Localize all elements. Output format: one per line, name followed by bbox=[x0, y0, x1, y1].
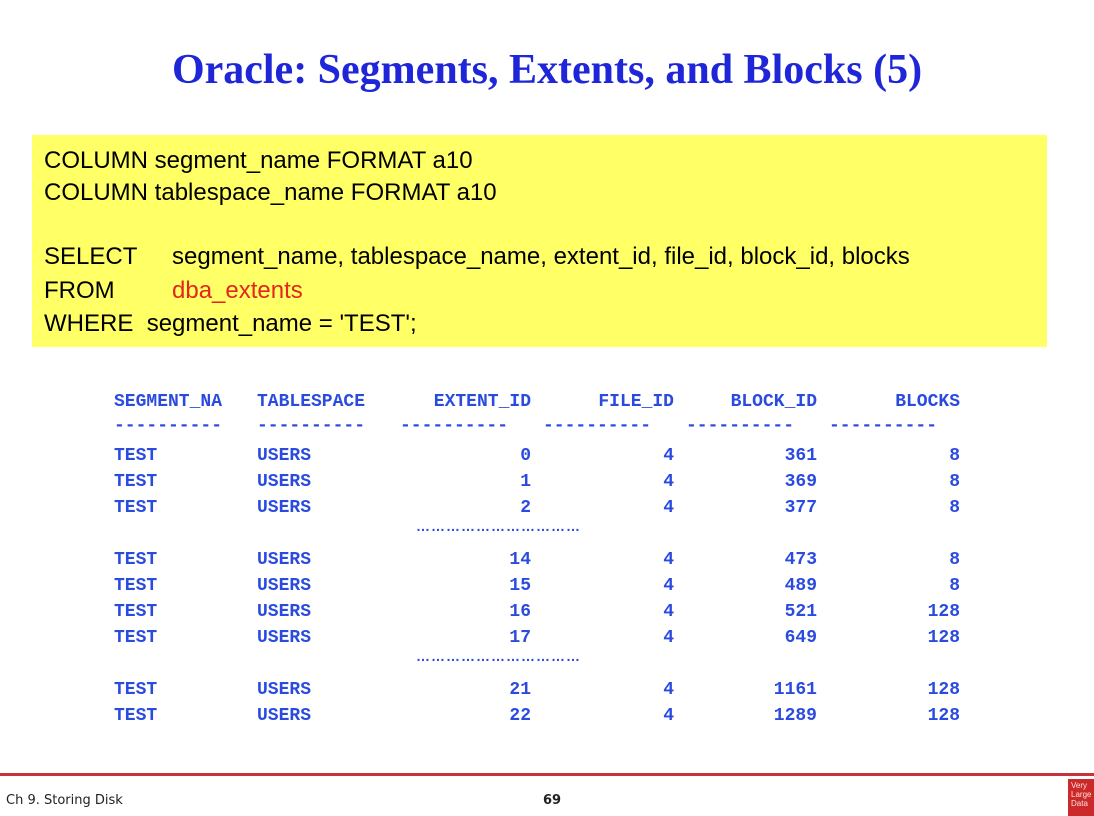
table-cell: 21 bbox=[509, 680, 531, 700]
table-cell: 4 bbox=[663, 446, 674, 466]
code-line-column-tablespace: COLUMN tablespace_name FORMAT a10 bbox=[44, 179, 497, 206]
table-cell: 8 bbox=[949, 576, 960, 596]
table-cell: USERS bbox=[257, 446, 312, 466]
table-cell: 489 bbox=[784, 576, 817, 596]
table-row: TEST USERS 14 4 473 8 bbox=[114, 548, 960, 572]
logo: Very Large Data bbox=[1068, 779, 1094, 816]
where-keyword: WHERE bbox=[44, 310, 134, 337]
table-cell: 1 bbox=[520, 472, 531, 492]
table-row: TEST USERS 16 4 521 128 bbox=[114, 600, 960, 624]
ellipsis-row: …………………………… bbox=[416, 518, 581, 534]
table-cell: TEST bbox=[114, 706, 158, 726]
separator-dashes: ---------- bbox=[686, 416, 795, 436]
table-cell: 8 bbox=[949, 498, 960, 518]
table-cell: 1161 bbox=[773, 680, 817, 700]
table-cell: 4 bbox=[663, 472, 674, 492]
separator-dashes: ---------- bbox=[114, 416, 223, 436]
table-row: TEST USERS 22 4 1289 128 bbox=[114, 704, 960, 728]
table-cell: 8 bbox=[949, 550, 960, 570]
table-cell: 8 bbox=[949, 446, 960, 466]
code-line-select: SELECT segment_name, tablespace_name, ext… bbox=[44, 243, 910, 271]
logo-text: Large bbox=[1071, 790, 1092, 799]
table-cell: 361 bbox=[784, 446, 817, 466]
table-cell: TEST bbox=[114, 472, 158, 492]
table-cell: TEST bbox=[114, 446, 158, 466]
table-cell: BLOCK_ID bbox=[730, 392, 817, 412]
table-cell: SEGMENT_NA bbox=[114, 392, 223, 412]
from-keyword: FROM bbox=[44, 277, 115, 304]
table-cell: USERS bbox=[257, 628, 312, 648]
table-cell: TEST bbox=[114, 550, 158, 570]
table-row: TEST USERS 17 4 649 128 bbox=[114, 626, 960, 650]
footer-chapter: Ch 9. Storing Disk bbox=[6, 793, 123, 808]
table-cell: USERS bbox=[257, 602, 312, 622]
sql-code-box: COLUMN segment_name FORMAT a10 COLUMN ta… bbox=[32, 135, 1047, 347]
table-cell: 377 bbox=[784, 498, 817, 518]
table-cell: TEST bbox=[114, 498, 158, 518]
table-cell: 15 bbox=[509, 576, 531, 596]
table-cell: USERS bbox=[257, 706, 312, 726]
table-cell: USERS bbox=[257, 680, 312, 700]
page-number: 69 bbox=[543, 793, 562, 808]
where-clause: segment_name = 'TEST'; bbox=[146, 310, 417, 337]
table-cell: 14 bbox=[509, 550, 531, 570]
table-cell: USERS bbox=[257, 550, 312, 570]
table-cell: 128 bbox=[927, 680, 960, 700]
code-line-from: FROM dba_extents bbox=[44, 277, 303, 305]
table-cell: 4 bbox=[663, 498, 674, 518]
table-cell: TEST bbox=[114, 602, 158, 622]
table-cell: 128 bbox=[927, 602, 960, 622]
table-cell: 0 bbox=[520, 446, 531, 466]
table-header-row: SEGMENT_NA TABLESPACE EXTENT_ID FILE_ID BLOC… bbox=[114, 390, 960, 414]
table-cell: EXTENT_ID bbox=[433, 392, 531, 412]
table-cell: 4 bbox=[663, 706, 674, 726]
table-cell: 4 bbox=[663, 550, 674, 570]
table-cell: 1289 bbox=[773, 706, 817, 726]
table-cell: TEST bbox=[114, 628, 158, 648]
table-cell: 473 bbox=[784, 550, 817, 570]
table-cell: 8 bbox=[949, 472, 960, 492]
table-cell: 17 bbox=[509, 628, 531, 648]
table-cell: USERS bbox=[257, 472, 312, 492]
separator-dashes: ---------- bbox=[400, 416, 509, 436]
code-line-where: WHERE segment_name = 'TEST'; bbox=[44, 310, 417, 338]
table-cell: FILE_ID bbox=[598, 392, 674, 412]
separator-dashes: ---------- bbox=[257, 416, 366, 436]
select-keyword: SELECT bbox=[44, 243, 138, 270]
table-cell: 649 bbox=[784, 628, 817, 648]
table-cell: TABLESPACE bbox=[257, 392, 366, 412]
table-cell: USERS bbox=[257, 498, 312, 518]
table-row: TEST USERS 21 4 1161 128 bbox=[114, 678, 960, 702]
separator-dashes: ---------- bbox=[829, 416, 938, 436]
footer-rule bbox=[0, 773, 1094, 776]
table-cell: 4 bbox=[663, 576, 674, 596]
ellipsis-row: …………………………… bbox=[416, 648, 581, 664]
table-row: TEST USERS 2 4 377 8 bbox=[114, 496, 960, 520]
table-cell: TEST bbox=[114, 576, 158, 596]
table-cell: USERS bbox=[257, 576, 312, 596]
separator-dashes: ---------- bbox=[543, 416, 652, 436]
logo-text: Data bbox=[1071, 799, 1088, 808]
table-row: TEST USERS 15 4 489 8 bbox=[114, 574, 960, 598]
table-row: TEST USERS 0 4 361 8 bbox=[114, 444, 960, 468]
table-cell: 128 bbox=[927, 706, 960, 726]
table-separator-row: ---------- ---------- ---------- ----------… bbox=[114, 414, 960, 438]
table-cell: BLOCKS bbox=[895, 392, 960, 412]
from-table: dba_extents bbox=[172, 277, 303, 304]
table-cell: TEST bbox=[114, 680, 158, 700]
table-row: TEST USERS 1 4 369 8 bbox=[114, 470, 960, 494]
table-cell: 4 bbox=[663, 602, 674, 622]
table-cell: 4 bbox=[663, 628, 674, 648]
table-cell: 4 bbox=[663, 680, 674, 700]
slide-title: Oracle: Segments, Extents, and Blocks (5… bbox=[171, 47, 923, 93]
select-columns: segment_name, tablespace_name, extent_id… bbox=[172, 243, 910, 270]
table-cell: 22 bbox=[509, 706, 531, 726]
table-cell: 16 bbox=[509, 602, 531, 622]
code-line-column-segment: COLUMN segment_name FORMAT a10 bbox=[44, 147, 473, 174]
table-cell: 521 bbox=[784, 602, 817, 622]
table-cell: 128 bbox=[927, 628, 960, 648]
table-cell: 369 bbox=[784, 472, 817, 492]
table-cell: 2 bbox=[520, 498, 531, 518]
logo-text: Very bbox=[1071, 781, 1088, 790]
